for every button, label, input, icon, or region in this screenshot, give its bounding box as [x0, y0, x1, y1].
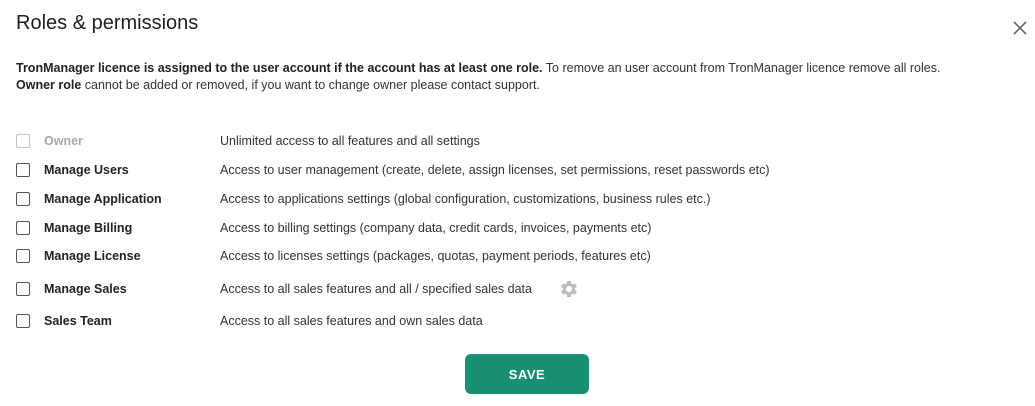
role-name[interactable]: Manage Billing [44, 221, 132, 235]
role-name: Owner [44, 134, 83, 148]
owner-note-text: cannot be added or removed, if you want … [81, 78, 540, 92]
role-name[interactable]: Sales Team [44, 314, 112, 328]
role-description: Access to applications settings (global … [220, 192, 711, 206]
role-checkbox-manage-application[interactable] [16, 192, 30, 206]
role-checkbox-manage-users[interactable] [16, 163, 30, 177]
gear-icon[interactable] [559, 279, 579, 299]
licence-info-bold: TronManager licence is assigned to the u… [16, 61, 543, 75]
role-name[interactable]: Manage License [44, 249, 141, 263]
licence-info: TronManager licence is assigned to the u… [16, 60, 940, 94]
role-checkbox-sales-team[interactable] [16, 314, 30, 328]
role-checkbox-manage-sales[interactable] [16, 282, 30, 296]
role-description: Access to user management (create, delet… [220, 163, 770, 177]
role-name[interactable]: Manage Sales [44, 282, 127, 296]
role-row-manage-billing: Manage Billing Access to billing setting… [16, 218, 916, 240]
role-checkbox-manage-billing[interactable] [16, 221, 30, 235]
owner-note-bold: Owner role [16, 78, 82, 92]
role-checkbox-owner [16, 134, 30, 148]
licence-info-text: To remove an user account from TronManag… [542, 61, 941, 75]
role-description: Access to billing settings (company data… [220, 221, 652, 235]
close-icon[interactable] [1010, 18, 1030, 38]
role-row-manage-application: Manage Application Access to application… [16, 189, 916, 211]
dialog-title: Roles & permissions [16, 12, 199, 34]
role-row-manage-users: Manage Users Access to user management (… [16, 160, 916, 182]
role-description: Unlimited access to all features and all… [220, 134, 480, 148]
role-row-manage-sales: Manage Sales Access to all sales feature… [16, 279, 916, 301]
role-description: Access to all sales features and all / s… [220, 282, 532, 296]
role-row-manage-license: Manage License Access to licenses settin… [16, 246, 916, 268]
role-description: Access to licenses settings (packages, q… [220, 249, 651, 263]
role-checkbox-manage-license[interactable] [16, 249, 30, 263]
role-description: Access to all sales features and own sal… [220, 314, 483, 328]
role-row-owner: Owner Unlimited access to all features a… [16, 131, 916, 153]
role-row-sales-team: Sales Team Access to all sales features … [16, 311, 916, 333]
save-button[interactable]: SAVE [465, 354, 589, 394]
role-name[interactable]: Manage Users [44, 163, 129, 177]
role-name[interactable]: Manage Application [44, 192, 162, 206]
